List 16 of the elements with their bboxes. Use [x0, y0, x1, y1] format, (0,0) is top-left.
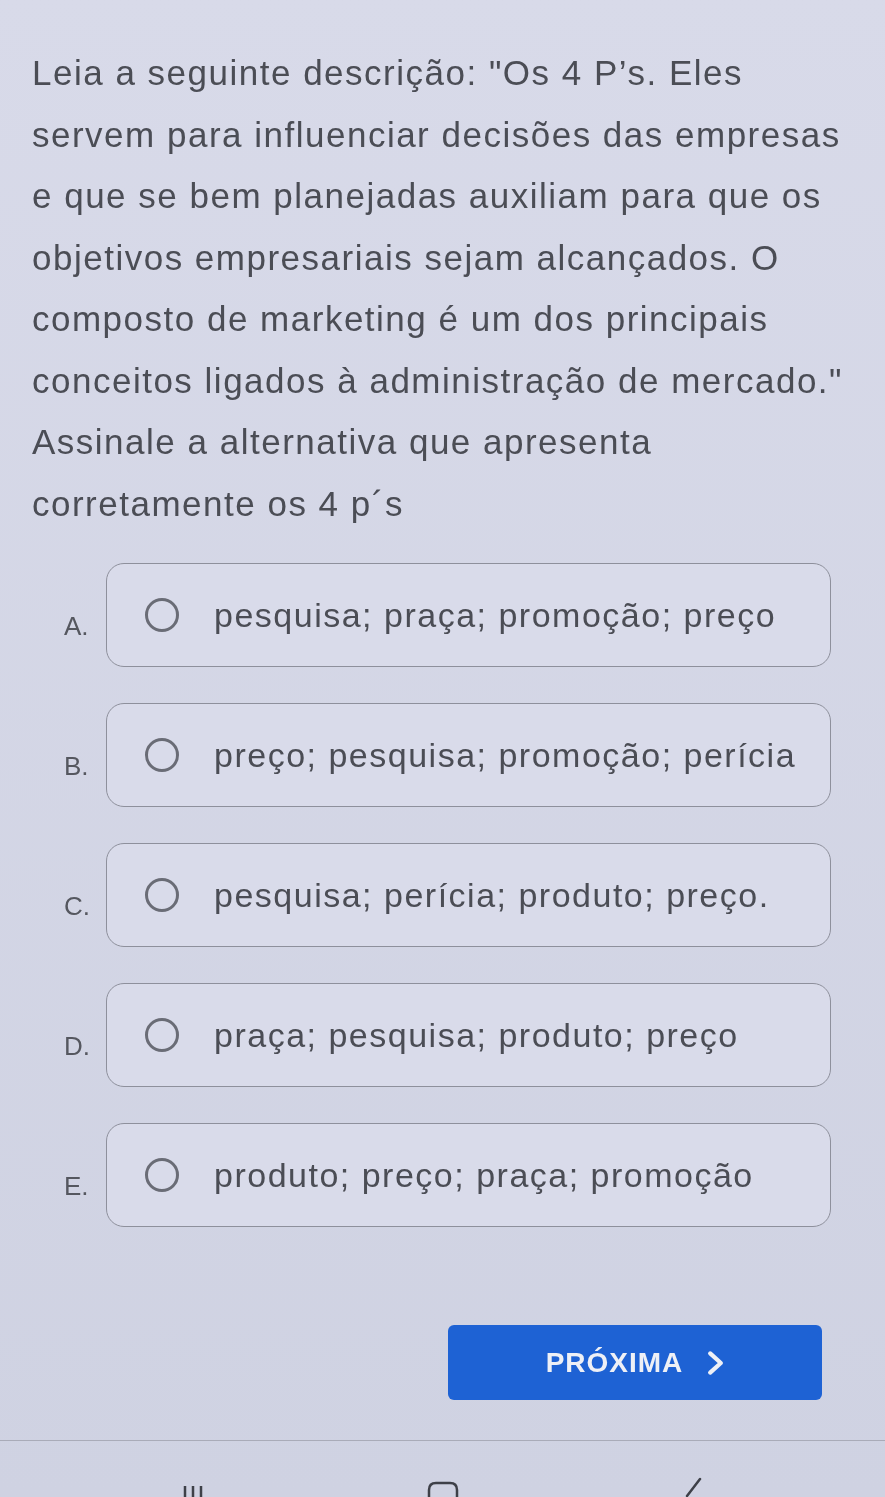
answer-option[interactable]: pesquisa; perícia; produto; preço. [106, 843, 831, 947]
answer-option[interactable]: preço; pesquisa; promoção; perícia [106, 703, 831, 807]
recent-apps-icon[interactable] [181, 1485, 204, 1497]
option-letter: D. [64, 1031, 91, 1061]
option-letter: B. [64, 751, 90, 781]
option-letter: A. [64, 611, 90, 641]
option-letter: C. [64, 891, 91, 921]
answer-option[interactable]: produto; preço; praça; promoção [106, 1123, 831, 1227]
chevron-right-icon [707, 1349, 725, 1376]
option-letter: E. [64, 1171, 90, 1201]
back-icon[interactable] [683, 1477, 702, 1497]
home-icon[interactable] [426, 1481, 459, 1497]
answer-option[interactable]: pesquisa; praça; promoção; preço [106, 563, 831, 667]
question-text: Leia a seguinte descrição: "Os 4 P’s. Eles servem para influenciar decisões das empresas e que se bem planejadas auxiliam para que os objetivos empresariais sejam alcançados. O composto de marketing é um dos principais conceitos ligados à administração de mercado." Assinale a alternativa que apresenta corretamente os 4 p´s [32, 52, 844, 525]
next-button[interactable]: PRÓXIMA [448, 1325, 822, 1400]
answer-option[interactable]: praça; pesquisa; produto; preço [106, 983, 831, 1087]
